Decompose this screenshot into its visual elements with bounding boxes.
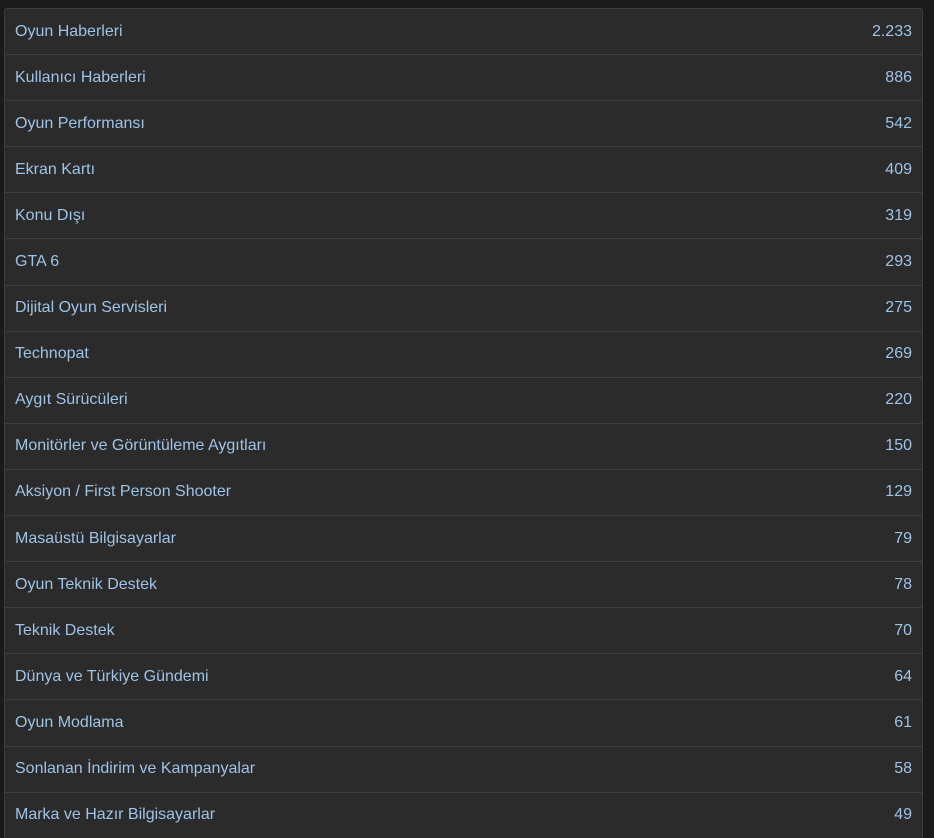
forum-row: Marka ve Hazır Bilgisayarlar 49 bbox=[5, 793, 922, 838]
forum-row: Oyun Teknik Destek 78 bbox=[5, 562, 922, 609]
forum-row: Aksiyon / First Person Shooter 129 bbox=[5, 470, 922, 517]
forum-count: 58 bbox=[894, 760, 912, 778]
forum-count: 78 bbox=[894, 575, 912, 593]
forum-link[interactable]: Sonlanan İndirim ve Kampanyalar bbox=[15, 760, 255, 778]
forum-count: 129 bbox=[885, 483, 912, 501]
forum-row: Monitörler ve Görüntüleme Aygıtları 150 bbox=[5, 424, 922, 470]
forum-link[interactable]: GTA 6 bbox=[15, 253, 59, 271]
forum-row: Konu Dışı 319 bbox=[5, 193, 922, 240]
forum-row: GTA 6 293 bbox=[5, 239, 922, 286]
forum-count: 220 bbox=[885, 391, 912, 409]
forum-row: Oyun Performansı 542 bbox=[5, 101, 922, 148]
forum-link[interactable]: Oyun Teknik Destek bbox=[15, 576, 157, 594]
forum-count: 2.233 bbox=[871, 22, 912, 40]
forum-row: Oyun Modlama 61 bbox=[5, 700, 922, 747]
forum-count: 275 bbox=[885, 299, 912, 317]
forum-link[interactable]: Dünya ve Türkiye Gündemi bbox=[15, 668, 209, 686]
forum-count: 269 bbox=[885, 345, 912, 363]
forum-link[interactable]: Kullanıcı Haberleri bbox=[15, 69, 146, 87]
forum-count: 64 bbox=[894, 667, 912, 685]
forum-count: 49 bbox=[894, 806, 912, 824]
forum-count: 79 bbox=[894, 529, 912, 547]
forum-stats-panel: Oyun Haberleri 2.233 Kullanıcı Haberleri… bbox=[4, 8, 923, 838]
forum-row: Aygıt Sürücüleri 220 bbox=[5, 378, 922, 424]
forum-row: Oyun Haberleri 2.233 bbox=[5, 9, 922, 56]
forum-count: 70 bbox=[894, 621, 912, 639]
forum-row: Dünya ve Türkiye Gündemi 64 bbox=[5, 654, 922, 701]
forum-link[interactable]: Ekran Kartı bbox=[15, 161, 95, 179]
forum-link[interactable]: Oyun Haberleri bbox=[15, 23, 123, 41]
forum-link[interactable]: Teknik Destek bbox=[15, 622, 115, 640]
forum-row: Dijital Oyun Servisleri 275 bbox=[5, 286, 922, 332]
forum-count: 150 bbox=[885, 437, 912, 455]
forum-row: Technopat 269 bbox=[5, 332, 922, 378]
forum-link[interactable]: Aygıt Sürücüleri bbox=[15, 391, 128, 409]
forum-link[interactable]: Masaüstü Bilgisayarlar bbox=[15, 530, 176, 548]
forum-link[interactable]: Dijital Oyun Servisleri bbox=[15, 299, 167, 317]
forum-link[interactable]: Oyun Performansı bbox=[15, 115, 145, 133]
forum-row: Masaüstü Bilgisayarlar 79 bbox=[5, 516, 922, 563]
forum-count: 886 bbox=[885, 68, 912, 86]
forum-row: Kullanıcı Haberleri 886 bbox=[5, 55, 922, 102]
forum-link[interactable]: Aksiyon / First Person Shooter bbox=[15, 483, 231, 501]
forum-row: Sonlanan İndirim ve Kampanyalar 58 bbox=[5, 747, 922, 793]
forum-count: 319 bbox=[885, 206, 912, 224]
forum-count: 61 bbox=[894, 713, 912, 731]
forum-link[interactable]: Konu Dışı bbox=[15, 207, 85, 225]
forum-link[interactable]: Monitörler ve Görüntüleme Aygıtları bbox=[15, 437, 266, 455]
forum-link[interactable]: Oyun Modlama bbox=[15, 714, 124, 732]
forum-count: 409 bbox=[885, 160, 912, 178]
forum-row: Teknik Destek 70 bbox=[5, 608, 922, 655]
forum-count: 293 bbox=[885, 253, 912, 271]
forum-row: Ekran Kartı 409 bbox=[5, 147, 922, 194]
forum-link[interactable]: Technopat bbox=[15, 345, 89, 363]
forum-count: 542 bbox=[885, 114, 912, 132]
forum-link[interactable]: Marka ve Hazır Bilgisayarlar bbox=[15, 806, 215, 824]
